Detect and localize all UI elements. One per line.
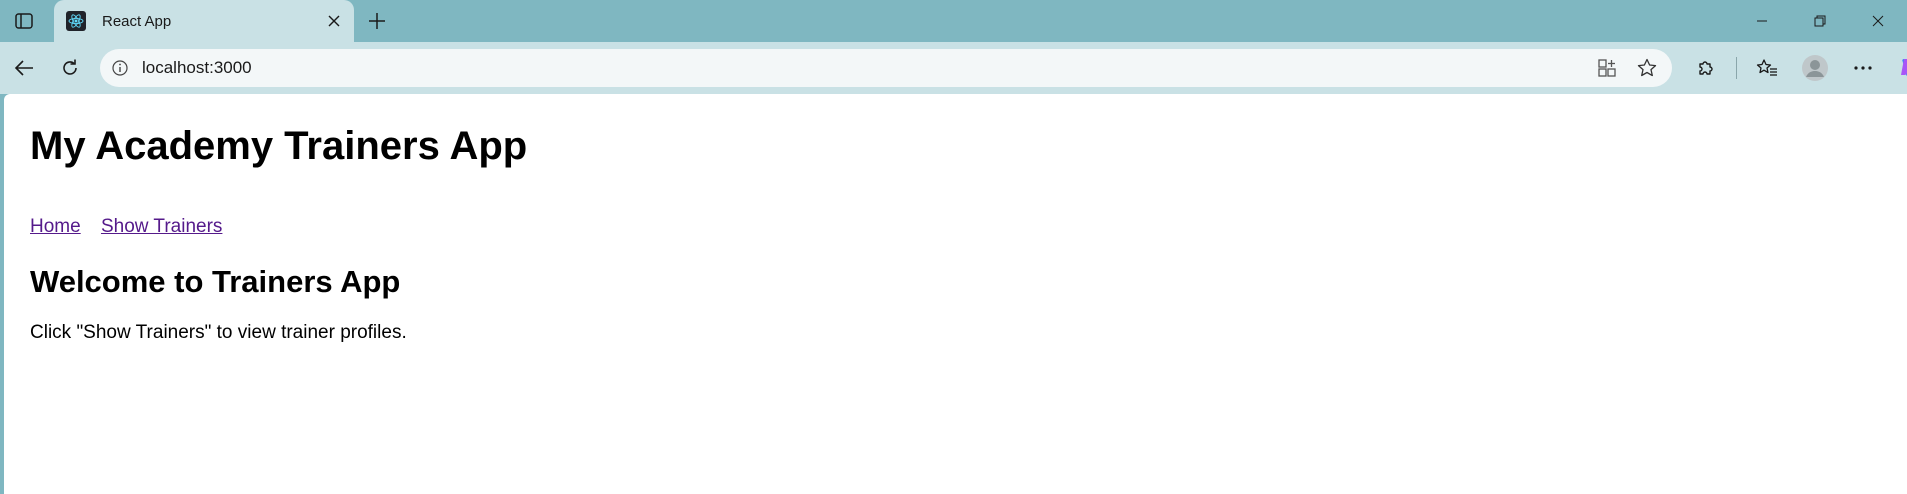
tab-title: React App — [102, 12, 172, 30]
reload-icon[interactable] — [54, 52, 86, 84]
close-icon[interactable] — [320, 7, 348, 35]
tab-actions-icon[interactable] — [8, 6, 40, 36]
favorites-list-icon[interactable] — [1749, 50, 1785, 86]
page-title: My Academy Trainers App — [30, 124, 528, 168]
minimize-icon[interactable] — [1733, 0, 1791, 42]
nav-links: Home Show Trainers — [30, 216, 237, 238]
tab-active[interactable]: React App — [54, 0, 354, 42]
back-arrow-icon[interactable] — [8, 52, 40, 84]
profile-avatar-icon[interactable] — [1797, 50, 1833, 86]
tab-strip: React App — [0, 0, 1907, 42]
page-viewport: My Academy Trainers App Home Show Traine… — [4, 94, 1907, 494]
intro-text: Click "Show Trainers" to view trainer pr… — [30, 322, 407, 343]
browser-window: React App localhost:3000 My Academy Trai… — [0, 0, 1907, 494]
window-close-icon[interactable] — [1849, 0, 1907, 42]
copilot-icon[interactable] — [1893, 50, 1907, 86]
address-bar[interactable]: localhost:3000 — [100, 49, 1672, 87]
info-icon[interactable] — [110, 58, 130, 78]
welcome-heading: Welcome to Trainers App — [30, 264, 401, 299]
browser-toolbar: localhost:3000 — [0, 42, 1907, 94]
nav-link-home[interactable]: Home — [30, 216, 81, 237]
toolbar-right — [1688, 50, 1907, 86]
more-dots-icon[interactable] — [1845, 50, 1881, 86]
plus-icon[interactable] — [362, 6, 392, 36]
nav-link-show-trainers[interactable]: Show Trainers — [101, 216, 222, 237]
react-logo-icon — [66, 11, 86, 31]
address-url[interactable]: localhost:3000 — [142, 58, 1592, 78]
star-icon[interactable] — [1632, 53, 1662, 83]
toolbar-divider — [1736, 57, 1737, 79]
window-controls — [1733, 0, 1907, 42]
puzzle-icon[interactable] — [1688, 50, 1724, 86]
restore-icon[interactable] — [1791, 0, 1849, 42]
app-available-icon[interactable] — [1592, 53, 1622, 83]
